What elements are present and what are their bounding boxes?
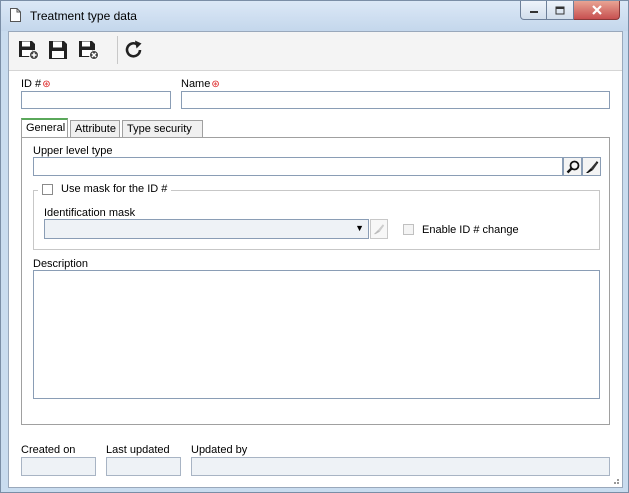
maximize-button[interactable] xyxy=(547,1,574,20)
identification-mask-select[interactable]: ▼ xyxy=(44,219,369,239)
tab-attribute[interactable]: Attribute xyxy=(70,120,120,137)
eraser-icon xyxy=(373,224,385,235)
document-icon xyxy=(10,8,21,22)
save-button[interactable] xyxy=(46,38,70,62)
last-updated-label: Last updated xyxy=(106,444,170,456)
maximize-icon xyxy=(555,6,565,14)
id-label: ID #⊛ xyxy=(21,78,51,90)
created-on-field xyxy=(21,457,96,476)
dialog-content: ID #⊛ Name⊛ General Attribute Type secur… xyxy=(8,31,623,488)
toolbar-separator xyxy=(117,36,118,64)
mask-clear-button[interactable] xyxy=(370,219,388,239)
group-legend: Use mask for the ID # xyxy=(38,183,172,195)
upper-level-type-input[interactable] xyxy=(33,157,563,176)
created-on-label: Created on xyxy=(21,444,76,456)
dialog-window: Treatment type data ID #⊛ Name⊛ General … xyxy=(0,0,629,493)
eraser-icon xyxy=(585,160,598,173)
close-button[interactable] xyxy=(574,1,620,20)
general-tab-panel: Upper level type Use mask for the ID # I… xyxy=(21,137,610,425)
identification-mask-label: Identification mask xyxy=(44,207,136,219)
updated-by-label: Updated by xyxy=(191,444,248,456)
last-updated-field xyxy=(106,457,181,476)
save-new-icon xyxy=(19,41,39,60)
refresh-button[interactable] xyxy=(122,38,146,62)
description-textarea[interactable] xyxy=(33,270,600,399)
required-icon: ⊛ xyxy=(211,79,220,90)
tab-general[interactable]: General xyxy=(21,118,68,138)
name-label: Name⊛ xyxy=(181,78,220,90)
description-label: Description xyxy=(33,258,89,270)
search-button[interactable] xyxy=(563,157,582,176)
window-controls xyxy=(520,1,620,21)
upper-level-type-label: Upper level type xyxy=(33,145,113,157)
required-icon: ⊛ xyxy=(42,79,51,90)
minimize-icon xyxy=(529,11,538,13)
chevron-down-icon: ▼ xyxy=(355,223,364,233)
clear-field-button[interactable] xyxy=(582,157,601,176)
close-icon xyxy=(591,5,602,15)
name-input[interactable] xyxy=(181,91,610,109)
enable-id-change-checkbox[interactable] xyxy=(403,224,414,235)
resize-grip-icon[interactable] xyxy=(610,475,620,485)
identification-mask-group: Use mask for the ID # Identification mas… xyxy=(33,183,600,250)
enable-id-change-label: Enable ID # change xyxy=(422,224,519,236)
refresh-icon xyxy=(125,40,142,58)
use-mask-checkbox[interactable] xyxy=(42,183,53,195)
use-mask-label: Use mask for the ID # xyxy=(61,183,168,195)
save-and-close-button[interactable] xyxy=(76,38,100,62)
save-close-icon xyxy=(79,41,99,60)
id-input[interactable] xyxy=(21,91,171,109)
title-bar[interactable]: Treatment type data xyxy=(1,1,628,31)
save-and-new-button[interactable] xyxy=(16,38,40,62)
window-title: Treatment type data xyxy=(30,9,137,23)
search-icon xyxy=(566,160,579,173)
tab-type-security[interactable]: Type security xyxy=(122,120,203,137)
save-icon xyxy=(49,41,67,59)
updated-by-field xyxy=(191,457,610,476)
toolbar xyxy=(9,32,622,71)
minimize-button[interactable] xyxy=(520,1,547,20)
